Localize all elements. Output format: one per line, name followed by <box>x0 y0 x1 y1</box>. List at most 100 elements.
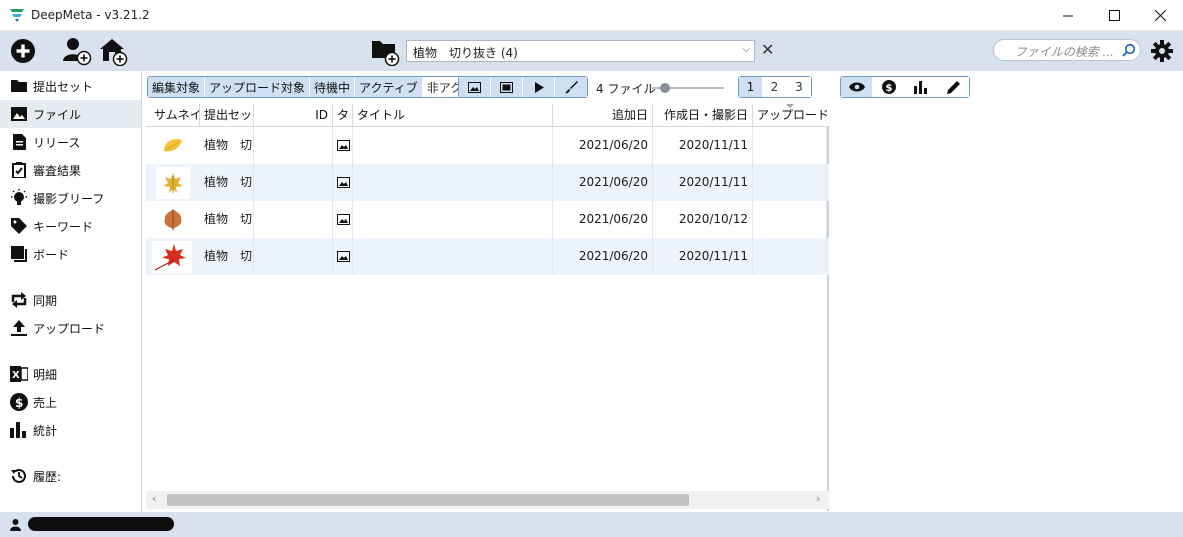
cell-added: 2021/06/20 <box>553 164 653 201</box>
sales-panel-button[interactable]: $ <box>873 77 905 97</box>
cell-id <box>254 127 333 164</box>
clear-icon[interactable]: ✕ <box>761 39 774 61</box>
sidebar-item-upload[interactable]: アップロード <box>0 314 141 342</box>
window-title: DeepMeta - v3.21.2 <box>31 8 150 22</box>
close-button[interactable] <box>1137 0 1183 31</box>
preview-panel <box>831 104 1183 511</box>
maximize-button[interactable] <box>1091 0 1137 31</box>
col-title[interactable]: タイトル <box>353 104 553 127</box>
search-input[interactable]: ファイルの検索 ... <box>993 39 1141 61</box>
cell-id <box>254 164 333 201</box>
gear-icon[interactable] <box>1150 39 1174 63</box>
stats-panel-button[interactable] <box>905 77 937 97</box>
sidebar-item-statistics[interactable]: 統計 <box>0 416 141 444</box>
sidebar-item-label: 明細 <box>33 367 58 382</box>
minimize-button[interactable] <box>1045 0 1091 31</box>
col-type[interactable]: タ <box>333 104 353 127</box>
add-button[interactable] <box>8 36 38 66</box>
minimize-icon <box>1062 15 1073 17</box>
lightbulb-icon <box>10 189 28 207</box>
sidebar-item-sales[interactable]: $ 売上 <box>0 388 141 416</box>
sidebar-item-label: 提出セット <box>33 79 94 94</box>
preview-button[interactable] <box>841 77 873 97</box>
yellow-leaf-icon <box>163 139 182 152</box>
view-video-button[interactable] <box>523 77 555 97</box>
sidebar-item-label: 審査結果 <box>33 163 82 178</box>
sidebar-item-review-results[interactable]: 審査結果 <box>0 156 141 184</box>
col-thumbnail[interactable]: サムネイ <box>150 104 200 127</box>
sidebar-item-label: 統計 <box>33 423 58 438</box>
add-folder-button[interactable] <box>371 36 401 69</box>
pagination-group: 1 2 3 <box>738 76 812 98</box>
slider-handle[interactable] <box>660 83 670 93</box>
sidebar-item-files[interactable]: ファイル <box>0 100 141 128</box>
upload-icon <box>10 319 28 337</box>
sidebar-item-label: ボード <box>33 247 70 262</box>
excel-icon: X <box>10 365 28 383</box>
sidebar-item-statement[interactable]: X 明細 <box>0 360 141 388</box>
cell-type <box>333 201 353 238</box>
horizontal-scrollbar[interactable]: ‹ › <box>146 491 829 509</box>
cell-created: 2020/11/11 <box>653 238 753 275</box>
table-row[interactable]: 植物 切 2021/06/20 2020/10/12 <box>146 201 829 238</box>
view-frame-button[interactable] <box>491 77 523 97</box>
folder-select[interactable]: 植物 切り抜き (4) ⌵ <box>406 40 755 62</box>
page-1-button[interactable]: 1 <box>739 77 763 97</box>
col-added[interactable]: 追加日 <box>553 104 653 127</box>
play-icon <box>534 81 544 93</box>
sidebar-item-label: キーワード <box>33 219 94 234</box>
filter-active[interactable]: アクティブ <box>355 77 423 97</box>
filter-uploadable[interactable]: アップロード対象 <box>205 77 311 97</box>
cell-created: 2020/11/11 <box>653 127 753 164</box>
view-image-button[interactable] <box>459 77 491 97</box>
sidebar-item-keywords[interactable]: キーワード <box>0 212 141 240</box>
cell-title <box>353 238 553 275</box>
cell-created: 2020/10/12 <box>653 201 753 238</box>
image-icon <box>468 81 481 93</box>
search-icon[interactable] <box>1122 43 1136 57</box>
page-2-button[interactable]: 2 <box>763 77 787 97</box>
table-row[interactable]: 植物 切 2021/06/20 2020/11/11 <box>146 164 829 201</box>
sidebar-item-sync[interactable]: 同期 <box>0 286 141 314</box>
svg-text:X: X <box>12 370 20 381</box>
col-id[interactable]: ID <box>254 104 333 127</box>
red-maple-leaf-icon <box>154 244 186 271</box>
sidebar-item-label: 履歴: <box>33 469 62 484</box>
cell-set: 植物 切 <box>200 238 254 275</box>
add-user-button[interactable] <box>62 36 92 66</box>
table-row[interactable]: 植物 切 2021/06/20 2020/11/11 <box>146 238 829 275</box>
page-3-button[interactable]: 3 <box>787 77 811 97</box>
sync-icon <box>10 291 28 309</box>
svg-text:$: $ <box>15 396 23 410</box>
view-mode-group <box>458 76 588 98</box>
file-table: サムネイ 提出セッ ID タ タイトル 追加日 作成日・撮影日 アップロード日 … <box>146 104 829 511</box>
edit-panel-button[interactable] <box>937 77 969 97</box>
filter-editable[interactable]: 編集対象 <box>148 77 206 97</box>
table-header: サムネイ 提出セッ ID タ タイトル 追加日 作成日・撮影日 アップロード日 <box>146 104 829 127</box>
sidebar-item-history[interactable]: 履歴: <box>0 462 141 490</box>
sidebar-item-releases[interactable]: リリース <box>0 128 141 156</box>
sidebar-item-shoot-brief[interactable]: 撮影ブリーフ <box>0 184 141 212</box>
document-icon <box>10 133 28 151</box>
sidebar-item-label: ファイル <box>33 107 82 122</box>
cell-id <box>254 238 333 275</box>
sidebar-item-label: リリース <box>33 135 81 150</box>
sidebar-item-board[interactable]: ボード <box>0 240 141 268</box>
scroll-right-icon[interactable]: › <box>816 492 820 505</box>
view-illustration-button[interactable] <box>555 77 587 97</box>
sidebar-item-submission-sets[interactable]: 提出セット <box>0 72 141 100</box>
app-logo-icon <box>10 9 24 22</box>
filter-waiting[interactable]: 待機中 <box>310 77 356 97</box>
bar-chart-icon <box>913 80 927 94</box>
table-row[interactable]: 植物 切 2021/06/20 2020/11/11 <box>146 127 829 164</box>
folder-icon <box>10 77 28 95</box>
status-bar <box>0 512 1183 537</box>
file-count: 4 ファイル <box>596 82 656 96</box>
add-home-button[interactable] <box>98 36 128 66</box>
scroll-left-icon[interactable]: ‹ <box>152 492 156 505</box>
scrollbar-thumb[interactable] <box>167 494 689 506</box>
col-created[interactable]: 作成日・撮影日 <box>653 104 753 127</box>
col-submission-set[interactable]: 提出セッ <box>200 104 254 127</box>
cell-uploaded <box>753 238 827 275</box>
image-icon <box>337 251 350 262</box>
